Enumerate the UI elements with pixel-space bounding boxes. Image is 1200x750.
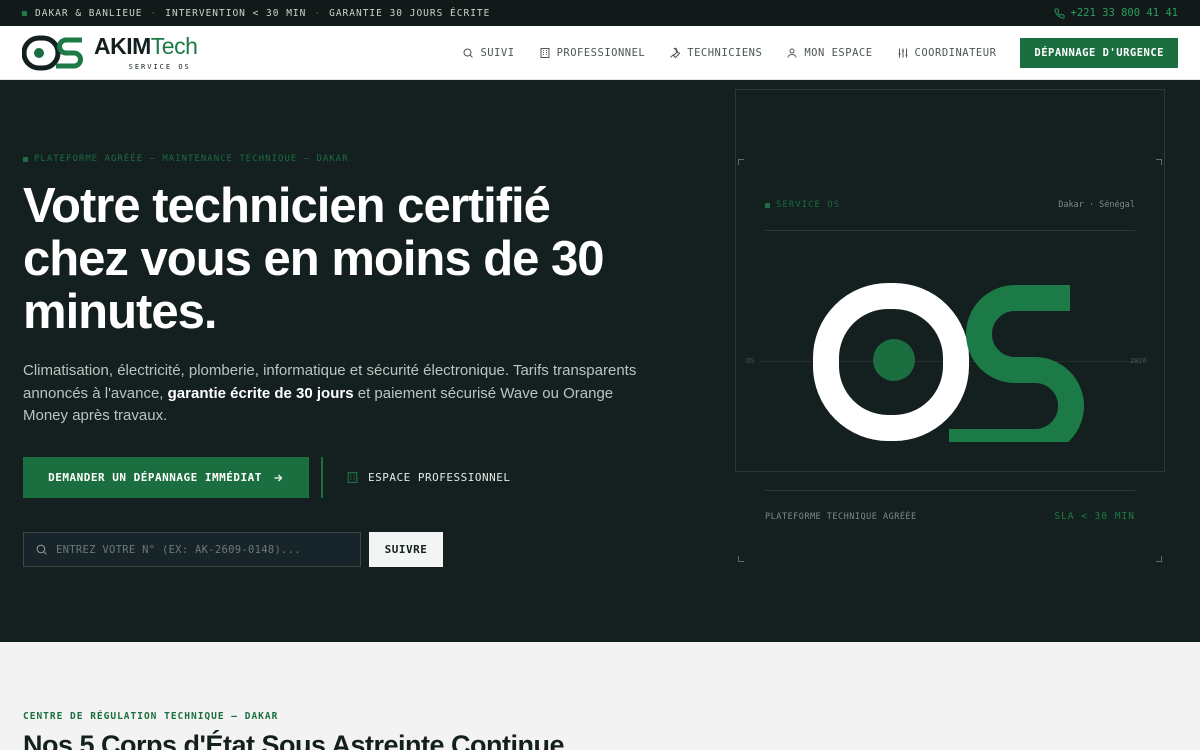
arrow-right-icon bbox=[274, 474, 283, 481]
hero-title: Votre technicien certifié chez vous en m… bbox=[23, 179, 605, 339]
wrench-icon bbox=[670, 47, 681, 58]
professional-space-link[interactable]: ESPACE PROFESSIONNEL bbox=[346, 457, 510, 498]
logo-text: AKIMTech SERVICE OS bbox=[94, 32, 198, 71]
corner-mark bbox=[738, 556, 744, 562]
os-logo-icon bbox=[22, 35, 83, 70]
phone-icon bbox=[1054, 7, 1065, 18]
cta-divider bbox=[321, 457, 323, 498]
nav-label: MON ESPACE bbox=[804, 46, 873, 59]
section-title: Nos 5 Corps d'État Sous Astreinte Contin… bbox=[23, 730, 564, 750]
building-icon bbox=[347, 472, 358, 483]
hero-description: Climatisation, électricité, plomberie, i… bbox=[23, 362, 637, 424]
cta-secondary-label: ESPACE PROFESSIONNEL bbox=[368, 471, 511, 484]
topbar-item-guarantee: GARANTIE 30 JOURS ÉCRITE bbox=[329, 7, 491, 19]
card-sla-badge: SLA < 30 MIN bbox=[1054, 511, 1135, 522]
services-section: CENTRE DE RÉGULATION TECHNIQUE — DAKAR N… bbox=[0, 642, 1200, 750]
top-info-bar: DAKAR & BANLIEUE · INTERVENTION < 30 MIN… bbox=[0, 0, 1200, 26]
corner-mark bbox=[738, 159, 744, 165]
section-eyebrow: CENTRE DE RÉGULATION TECHNIQUE — DAKAR bbox=[23, 711, 279, 722]
card-tag-text: SERVICE OS bbox=[776, 200, 841, 210]
guarantee-highlight: garantie écrite de 30 jours bbox=[167, 384, 354, 402]
card-footer-left: PLATEFORME TECHNIQUE AGRÉÉE bbox=[765, 511, 917, 522]
bullet-square-icon bbox=[23, 156, 28, 162]
nav-item-suivi[interactable]: SUIVI bbox=[462, 47, 514, 59]
nav-item-techniciens[interactable]: TECHNICIENS bbox=[669, 47, 762, 59]
topbar-info: DAKAR & BANLIEUE · INTERVENTION < 30 MIN… bbox=[22, 8, 490, 19]
card-footer: PLATEFORME TECHNIQUE AGRÉÉE SLA < 30 MIN bbox=[765, 511, 1135, 522]
hero-eyebrow: PLATEFORME AGRÉÉE — MAINTENANCE TECHNIQU… bbox=[23, 154, 349, 164]
tracking-number-input[interactable] bbox=[56, 543, 336, 556]
separator-dot: · bbox=[314, 7, 322, 19]
main-header: AKIMTech SERVICE OS SUIVI PROFESSIONNEL … bbox=[0, 26, 1200, 80]
logo-subtitle: SERVICE OS bbox=[128, 62, 191, 71]
main-nav: SUIVI PROFESSIONNEL TECHNICIENS MON ESPA… bbox=[462, 37, 1178, 68]
user-icon bbox=[787, 48, 797, 58]
card-side-label-left: OS bbox=[746, 357, 755, 365]
card-divider-top bbox=[765, 230, 1135, 231]
hero-eyebrow-text: PLATEFORME AGRÉÉE — MAINTENANCE TECHNIQU… bbox=[34, 154, 349, 164]
cta-primary-label: DEMANDER UN DÉPANNAGE IMMÉDIAT bbox=[48, 471, 262, 484]
card-side-label-right: 2026 bbox=[1130, 357, 1147, 365]
corner-mark bbox=[1156, 159, 1162, 165]
track-button[interactable]: SUIVRE bbox=[369, 532, 443, 567]
topbar-item-intervention: INTERVENTION < 30 MIN bbox=[165, 7, 307, 19]
request-repair-button[interactable]: DEMANDER UN DÉPANNAGE IMMÉDIAT bbox=[23, 457, 309, 498]
nav-item-mon-espace[interactable]: MON ESPACE bbox=[786, 47, 872, 59]
topbar-item-area: DAKAR & BANLIEUE bbox=[35, 7, 143, 19]
nav-item-coordinateur[interactable]: COORDINATEUR bbox=[897, 47, 997, 59]
card-tag: SERVICE OS bbox=[765, 200, 840, 210]
separator-dot: · bbox=[150, 7, 158, 19]
logo-wordmark: AKIMTech bbox=[94, 32, 198, 59]
bullet-square-icon bbox=[22, 10, 27, 16]
nav-item-professionnel[interactable]: PROFESSIONNEL bbox=[539, 47, 646, 59]
nav-label: COORDINATEUR bbox=[914, 46, 997, 59]
card-divider-bottom bbox=[765, 490, 1135, 491]
sliders-icon bbox=[898, 48, 908, 57]
nav-label: PROFESSIONNEL bbox=[556, 46, 646, 59]
card-header: SERVICE OS Dakar · Sénégal bbox=[765, 200, 1135, 210]
topbar-phone-link[interactable]: +221 33 800 41 41 bbox=[1054, 7, 1178, 19]
phone-number: +221 33 800 41 41 bbox=[1070, 7, 1178, 19]
bullet-square-icon bbox=[765, 202, 770, 208]
search-icon bbox=[463, 48, 474, 58]
search-icon bbox=[36, 544, 47, 555]
os-big-logo-icon bbox=[813, 283, 1084, 442]
tracking-search-box bbox=[23, 532, 361, 567]
urgent-repair-button[interactable]: DÉPANNAGE D'URGENCE bbox=[1020, 37, 1178, 68]
nav-label: SUIVI bbox=[480, 46, 515, 59]
nav-label: TECHNICIENS bbox=[687, 46, 763, 59]
building-icon bbox=[540, 47, 550, 58]
brand-logo[interactable]: AKIMTech SERVICE OS bbox=[22, 32, 198, 71]
corner-mark bbox=[1156, 556, 1162, 562]
card-location: Dakar · Sénégal bbox=[1058, 200, 1135, 210]
